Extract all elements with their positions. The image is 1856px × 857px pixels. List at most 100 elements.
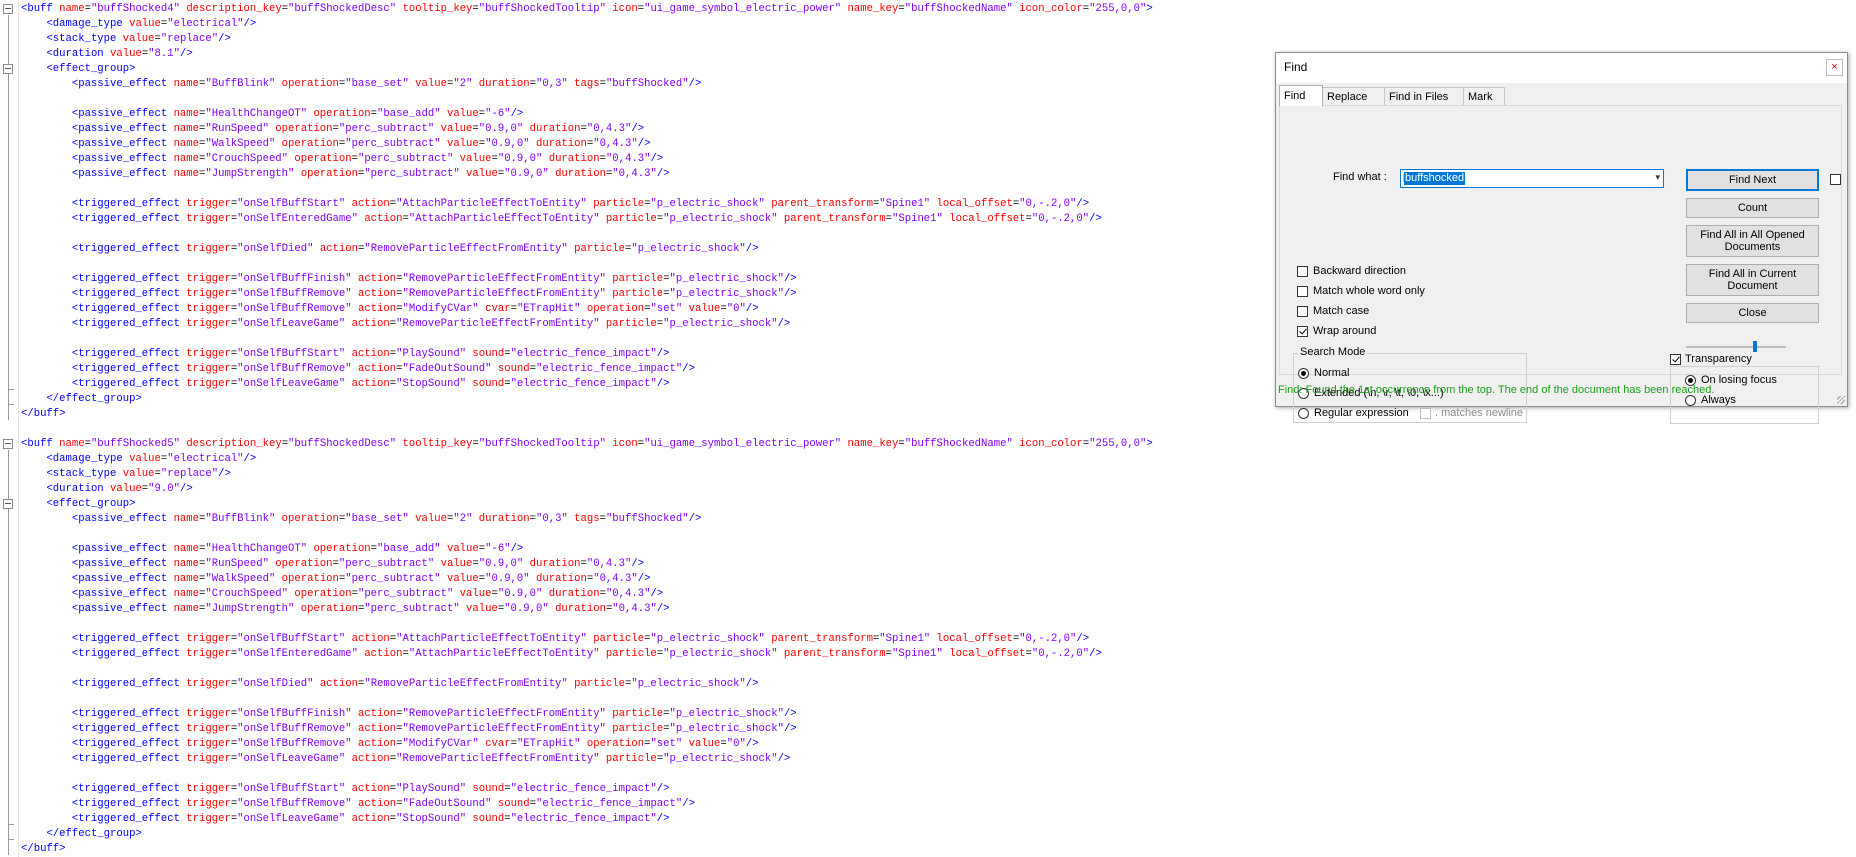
code-line[interactable]: <duration value="8.1"/> — [21, 47, 1153, 62]
backward-direction-label[interactable]: Backward direction — [1313, 265, 1406, 277]
code-line[interactable] — [21, 227, 1153, 242]
backward-direction-checkbox[interactable] — [1297, 266, 1308, 277]
match-whole-word-checkbox[interactable] — [1297, 286, 1308, 297]
code-line[interactable] — [21, 332, 1153, 347]
find-all-current-button[interactable]: Find All in Current Document — [1686, 264, 1819, 296]
code-line[interactable]: <triggered_effect trigger="onSelfEntered… — [21, 212, 1153, 227]
find-what-combo[interactable]: buffshocked ▾ — [1400, 169, 1664, 188]
code-line[interactable]: </buff> — [21, 407, 1153, 422]
fold-toggle-icon[interactable] — [3, 499, 13, 509]
code-line[interactable]: <passive_effect name="BuffBlink" operati… — [21, 512, 1153, 527]
tab-replace[interactable]: Replace — [1322, 87, 1385, 105]
code-line[interactable]: <triggered_effect trigger="onSelfLeaveGa… — [21, 812, 1153, 827]
tab-find-in-files[interactable]: Find in Files — [1384, 87, 1464, 105]
fold-toggle-icon[interactable] — [3, 439, 13, 449]
find-dialog[interactable]: Find × Find Replace Find in Files Mark F… — [1275, 52, 1848, 424]
code-line[interactable]: <passive_effect name="HealthChangeOT" op… — [21, 542, 1153, 557]
code-line[interactable]: <passive_effect name="JumpStrength" oper… — [21, 602, 1153, 617]
code-token: "2" — [453, 78, 473, 90]
code-line[interactable]: <triggered_effect trigger="onSelfDied" a… — [21, 242, 1153, 257]
code-token: name — [173, 153, 200, 165]
wrap-around-checkbox[interactable] — [1297, 326, 1308, 337]
code-line[interactable]: <triggered_effect trigger="onSelfBuffRem… — [21, 287, 1153, 302]
code-line[interactable]: <passive_effect name="BuffBlink" operati… — [21, 77, 1153, 92]
code-line[interactable] — [21, 257, 1153, 272]
search-mode-normal-label[interactable]: Normal — [1314, 367, 1349, 379]
code-line[interactable]: <damage_type value="electrical"/> — [21, 17, 1153, 32]
code-line[interactable]: <stack_type value="replace"/> — [21, 467, 1153, 482]
code-line[interactable]: <triggered_effect trigger="onSelfBuffRem… — [21, 722, 1153, 737]
count-button[interactable]: Count — [1686, 198, 1819, 218]
code-line[interactable]: <triggered_effect trigger="onSelfBuffSta… — [21, 197, 1153, 212]
code-line[interactable]: <passive_effect name="CrouchSpeed" opera… — [21, 587, 1153, 602]
tab-find[interactable]: Find — [1279, 85, 1323, 106]
match-whole-word-label[interactable]: Match whole word only — [1313, 285, 1425, 297]
code-line[interactable]: <triggered_effect trigger="onSelfDied" a… — [21, 677, 1153, 692]
search-mode-normal-radio[interactable] — [1298, 368, 1309, 379]
code-line[interactable] — [21, 662, 1153, 677]
code-line[interactable]: <triggered_effect trigger="onSelfBuffRem… — [21, 302, 1153, 317]
code-line[interactable]: <triggered_effect trigger="onSelfLeaveGa… — [21, 317, 1153, 332]
dialog-titlebar[interactable]: Find × — [1276, 53, 1847, 83]
code-line[interactable]: <passive_effect name="WalkSpeed" operati… — [21, 137, 1153, 152]
code-line[interactable] — [21, 617, 1153, 632]
code-line[interactable]: <damage_type value="electrical"/> — [21, 452, 1153, 467]
code-text[interactable]: <buff name="buffShocked4" description_ke… — [21, 2, 1153, 857]
code-line[interactable]: <triggered_effect trigger="onSelfBuffFin… — [21, 272, 1153, 287]
find-next-button[interactable]: Find Next — [1686, 169, 1819, 191]
code-line[interactable]: <triggered_effect trigger="onSelfBuffRem… — [21, 362, 1153, 377]
code-line[interactable]: <triggered_effect trigger="onSelfBuffFin… — [21, 707, 1153, 722]
matches-newline-checkbox[interactable] — [1420, 408, 1431, 419]
fold-toggle-icon[interactable] — [3, 64, 13, 74]
code-line[interactable] — [21, 767, 1153, 782]
find-next-checkbox[interactable] — [1830, 174, 1841, 185]
code-line[interactable]: <triggered_effect trigger="onSelfLeaveGa… — [21, 377, 1153, 392]
match-case-label[interactable]: Match case — [1313, 305, 1369, 317]
code-line[interactable]: <passive_effect name="JumpStrength" oper… — [21, 167, 1153, 182]
code-line[interactable]: <triggered_effect trigger="onSelfBuffSta… — [21, 782, 1153, 797]
code-line[interactable]: <duration value="9.0"/> — [21, 482, 1153, 497]
code-line[interactable] — [21, 527, 1153, 542]
code-line[interactable]: <effect_group> — [21, 62, 1153, 77]
transparency-slider[interactable] — [1686, 346, 1786, 348]
code-line[interactable]: <triggered_effect trigger="onSelfBuffSta… — [21, 347, 1153, 362]
code-line[interactable]: <passive_effect name="HealthChangeOT" op… — [21, 107, 1153, 122]
tab-mark[interactable]: Mark — [1463, 87, 1505, 105]
code-line[interactable] — [21, 692, 1153, 707]
code-line[interactable]: <triggered_effect trigger="onSelfBuffSta… — [21, 632, 1153, 647]
code-line[interactable]: </effect_group> — [21, 392, 1153, 407]
resize-grip-icon[interactable] — [1837, 396, 1845, 404]
code-line[interactable]: <triggered_effect trigger="onSelfLeaveGa… — [21, 752, 1153, 767]
transparency-always-radio[interactable] — [1685, 395, 1696, 406]
code-line[interactable]: <passive_effect name="RunSpeed" operatio… — [21, 557, 1153, 572]
code-line[interactable]: <effect_group> — [21, 497, 1153, 512]
matches-newline-label[interactable]: . matches newline — [1435, 407, 1523, 419]
match-case-checkbox[interactable] — [1297, 306, 1308, 317]
transparency-checkbox[interactable] — [1670, 354, 1681, 365]
code-line[interactable]: <buff name="buffShocked5" description_ke… — [21, 437, 1153, 452]
code-line[interactable]: <triggered_effect trigger="onSelfEntered… — [21, 647, 1153, 662]
code-line[interactable]: <stack_type value="replace"/> — [21, 32, 1153, 47]
search-mode-regex-label[interactable]: Regular expression — [1314, 407, 1409, 419]
find-all-opened-button[interactable]: Find All in All Opened Documents — [1686, 225, 1819, 257]
code-line[interactable]: </effect_group> — [21, 827, 1153, 842]
code-line[interactable]: </buff> — [21, 842, 1153, 857]
code-line[interactable]: <triggered_effect trigger="onSelfBuffRem… — [21, 797, 1153, 812]
code-token: "StopSound" — [396, 813, 467, 825]
close-icon[interactable]: × — [1826, 59, 1843, 76]
code-line[interactable]: <buff name="buffShocked4" description_ke… — [21, 2, 1153, 17]
close-button[interactable]: Close — [1686, 303, 1819, 323]
code-line[interactable] — [21, 182, 1153, 197]
code-line[interactable]: <passive_effect name="RunSpeed" operatio… — [21, 122, 1153, 137]
transparency-slider-thumb[interactable] — [1753, 341, 1758, 352]
fold-toggle-icon[interactable] — [3, 4, 13, 14]
search-mode-regex-radio[interactable] — [1298, 408, 1309, 419]
chevron-down-icon[interactable]: ▾ — [1655, 172, 1660, 183]
code-line[interactable]: <passive_effect name="CrouchSpeed" opera… — [21, 152, 1153, 167]
wrap-around-label[interactable]: Wrap around — [1313, 325, 1376, 337]
code-line[interactable] — [21, 92, 1153, 107]
code-line[interactable]: <triggered_effect trigger="onSelfBuffRem… — [21, 737, 1153, 752]
code-line[interactable] — [21, 422, 1153, 437]
code-line[interactable]: <passive_effect name="WalkSpeed" operati… — [21, 572, 1153, 587]
transparency-label[interactable]: Transparency — [1685, 353, 1752, 365]
